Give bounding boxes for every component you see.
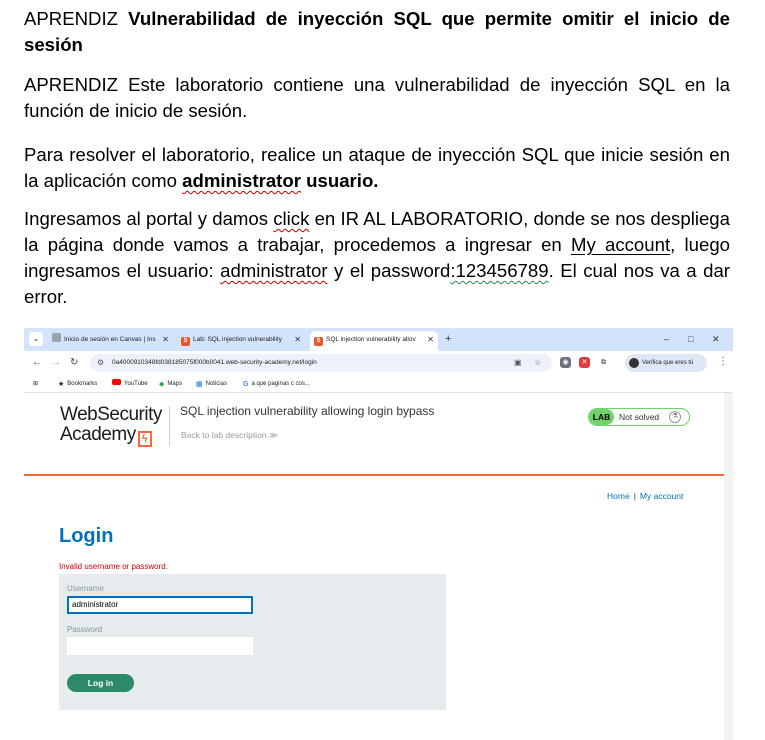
portswigger-favicon-icon: S (314, 337, 323, 346)
top-nav: Home | My account (607, 491, 683, 501)
lab-badge-label: LAB (589, 409, 614, 425)
nav-separator: | (633, 491, 636, 501)
error-message: Invalid username or password. (59, 562, 168, 571)
forward-arrow-icon[interactable]: → (51, 356, 61, 370)
new-tab-button[interactable]: + (445, 332, 451, 346)
lightning-logo-icon: ϟ (137, 431, 152, 447)
tab-canvas[interactable]: Inicio de sesión en Canvas | Ins ✕ (48, 331, 173, 351)
bookmark-bookmarks[interactable]: ★ Bookmarks (58, 375, 97, 394)
profile-button[interactable]: Verifica que eres tú (625, 354, 707, 372)
lab-status-badge: LAB Not solved ⚗ (588, 408, 690, 426)
lab-title: SQL injection vulnerability allowing log… (180, 404, 435, 418)
title-prefix: APRENDIZ (24, 8, 129, 29)
login-form: Username administrator Password Log in (59, 574, 446, 710)
web-security-academy-logo[interactable]: WebSecurity Academy ϟ (60, 405, 162, 447)
url-field[interactable]: ⚙ 0a4000910348fd038185075f000b0041.web-s… (90, 354, 552, 372)
bookmark-label: Bookmarks (67, 381, 98, 387)
google-icon: G (243, 381, 249, 388)
username-label: Username (67, 584, 104, 593)
doc-paragraph-description: APRENDIZ Este laboratorio contiene una v… (24, 74, 730, 121)
flask-icon: ⚗ (669, 411, 681, 423)
bookmark-search[interactable]: Ga que paginas c cos... (243, 375, 310, 394)
menu-kebab-icon[interactable]: ⋮ (718, 356, 728, 367)
bookmark-maps[interactable]: ◆ Maps (159, 375, 182, 394)
back-to-lab-link[interactable]: Back to lab description ≫ (181, 430, 278, 441)
logo-line2: Academy (60, 424, 136, 445)
bookmarks-bar: ⊞ ★ Bookmarks YouTube ◆ Maps ▦ Noticias Ga … (24, 375, 733, 393)
goal-bold-usuario: usuario. (306, 170, 379, 191)
steps-my-account: My account (571, 234, 671, 255)
profile-avatar-icon (629, 358, 639, 368)
star-icon: ★ (58, 381, 65, 388)
steps-user: administrator (220, 260, 328, 281)
doc-paragraph-steps: Ingresamos al portal y damos click en IR… (24, 206, 730, 310)
nav-home-link[interactable]: Home (607, 491, 630, 501)
profile-label: Verifica que eres tú (642, 360, 694, 366)
portswigger-favicon-icon: S (181, 337, 190, 346)
bookmark-label: Noticias (205, 381, 227, 387)
header-rule (24, 474, 724, 476)
youtube-icon (112, 379, 121, 385)
steps-pwd: :123456789 (450, 260, 549, 281)
url-text: 0a4000910348fd038185075f000b0041.web-sec… (112, 359, 317, 366)
maximize-button[interactable]: □ (688, 332, 693, 346)
browser-screenshot: ⌄ Inicio de sesión en Canvas | Ins ✕ S Lab… (24, 328, 733, 740)
minimize-button[interactable]: – (664, 332, 669, 346)
scroll-gutter (724, 393, 733, 740)
apps-grid-icon[interactable]: ⊞ (33, 375, 38, 393)
bookmark-label: Maps (167, 381, 183, 387)
news-icon: ▦ (196, 381, 203, 388)
nav-my-account-link[interactable]: My account (640, 491, 683, 501)
address-bar-row: ← → ↻ ⚙ 0a4000910348fd038185075f000b0041… (24, 351, 733, 375)
steps-d: y el password (327, 260, 451, 281)
tab-search-icon[interactable]: ⌄ (29, 332, 43, 346)
canvas-favicon-icon (52, 333, 61, 342)
tab-active-label: SQL injection vulnerability allov (326, 336, 416, 343)
bookmark-youtube[interactable]: YouTube (112, 375, 148, 393)
username-input[interactable]: administrator (67, 596, 253, 614)
tab-bar: ⌄ Inicio de sesión en Canvas | Ins ✕ S Lab… (24, 328, 733, 351)
doc-paragraph-goal: Para resolver el laboratorio, realice un… (24, 142, 730, 194)
steps-a: Ingresamos al portal y damos (24, 208, 274, 229)
logo-line1: WebSecurity (60, 404, 162, 425)
maps-pin-icon: ◆ (159, 381, 165, 388)
goal-bold-administrator: administrator (182, 170, 301, 191)
close-icon[interactable]: ✕ (427, 331, 434, 349)
close-icon[interactable]: ✕ (162, 331, 169, 349)
header-divider (169, 406, 170, 446)
steps-click: click (273, 208, 310, 229)
bookmark-noticias[interactable]: ▦ Noticias (196, 375, 227, 394)
close-window-button[interactable]: ✕ (712, 332, 720, 346)
password-label: Password (67, 625, 103, 634)
password-input[interactable] (67, 637, 253, 655)
extensions-puzzle-icon[interactable]: ⧉ (598, 357, 609, 368)
extension-icon[interactable]: ◉ (560, 357, 571, 368)
back-arrow-icon[interactable]: ← (32, 356, 42, 370)
bookmark-star-icon[interactable]: ☆ (534, 354, 541, 372)
reload-icon[interactable]: ↻ (70, 356, 78, 370)
lab-status-text: Not solved (619, 412, 660, 422)
bookmark-label: YouTube (124, 381, 148, 387)
tab-lab-label: Lab: SQL injection vulnerability (193, 336, 283, 343)
login-button[interactable]: Log in (67, 674, 134, 692)
bookmark-label: a que paginas c cos... (251, 381, 310, 387)
tab-canvas-label: Inicio de sesión en Canvas | Ins (64, 336, 156, 343)
close-icon[interactable]: ✕ (294, 331, 301, 349)
page-title: Login (59, 525, 114, 547)
title-bold: Vulnerabilidad de inyección SQL que perm… (24, 8, 730, 55)
blocker-extension-icon[interactable]: ✕ (579, 357, 590, 368)
doc-title: APRENDIZ Vulnerabilidad de inyección SQL… (24, 6, 730, 58)
translate-icon[interactable]: ▣ (514, 354, 522, 372)
tab-active-login[interactable]: S SQL injection vulnerability allov ✕ (310, 331, 438, 351)
site-info-icon[interactable]: ⚙ (97, 354, 104, 372)
tab-lab[interactable]: S Lab: SQL injection vulnerability ✕ (177, 331, 305, 351)
